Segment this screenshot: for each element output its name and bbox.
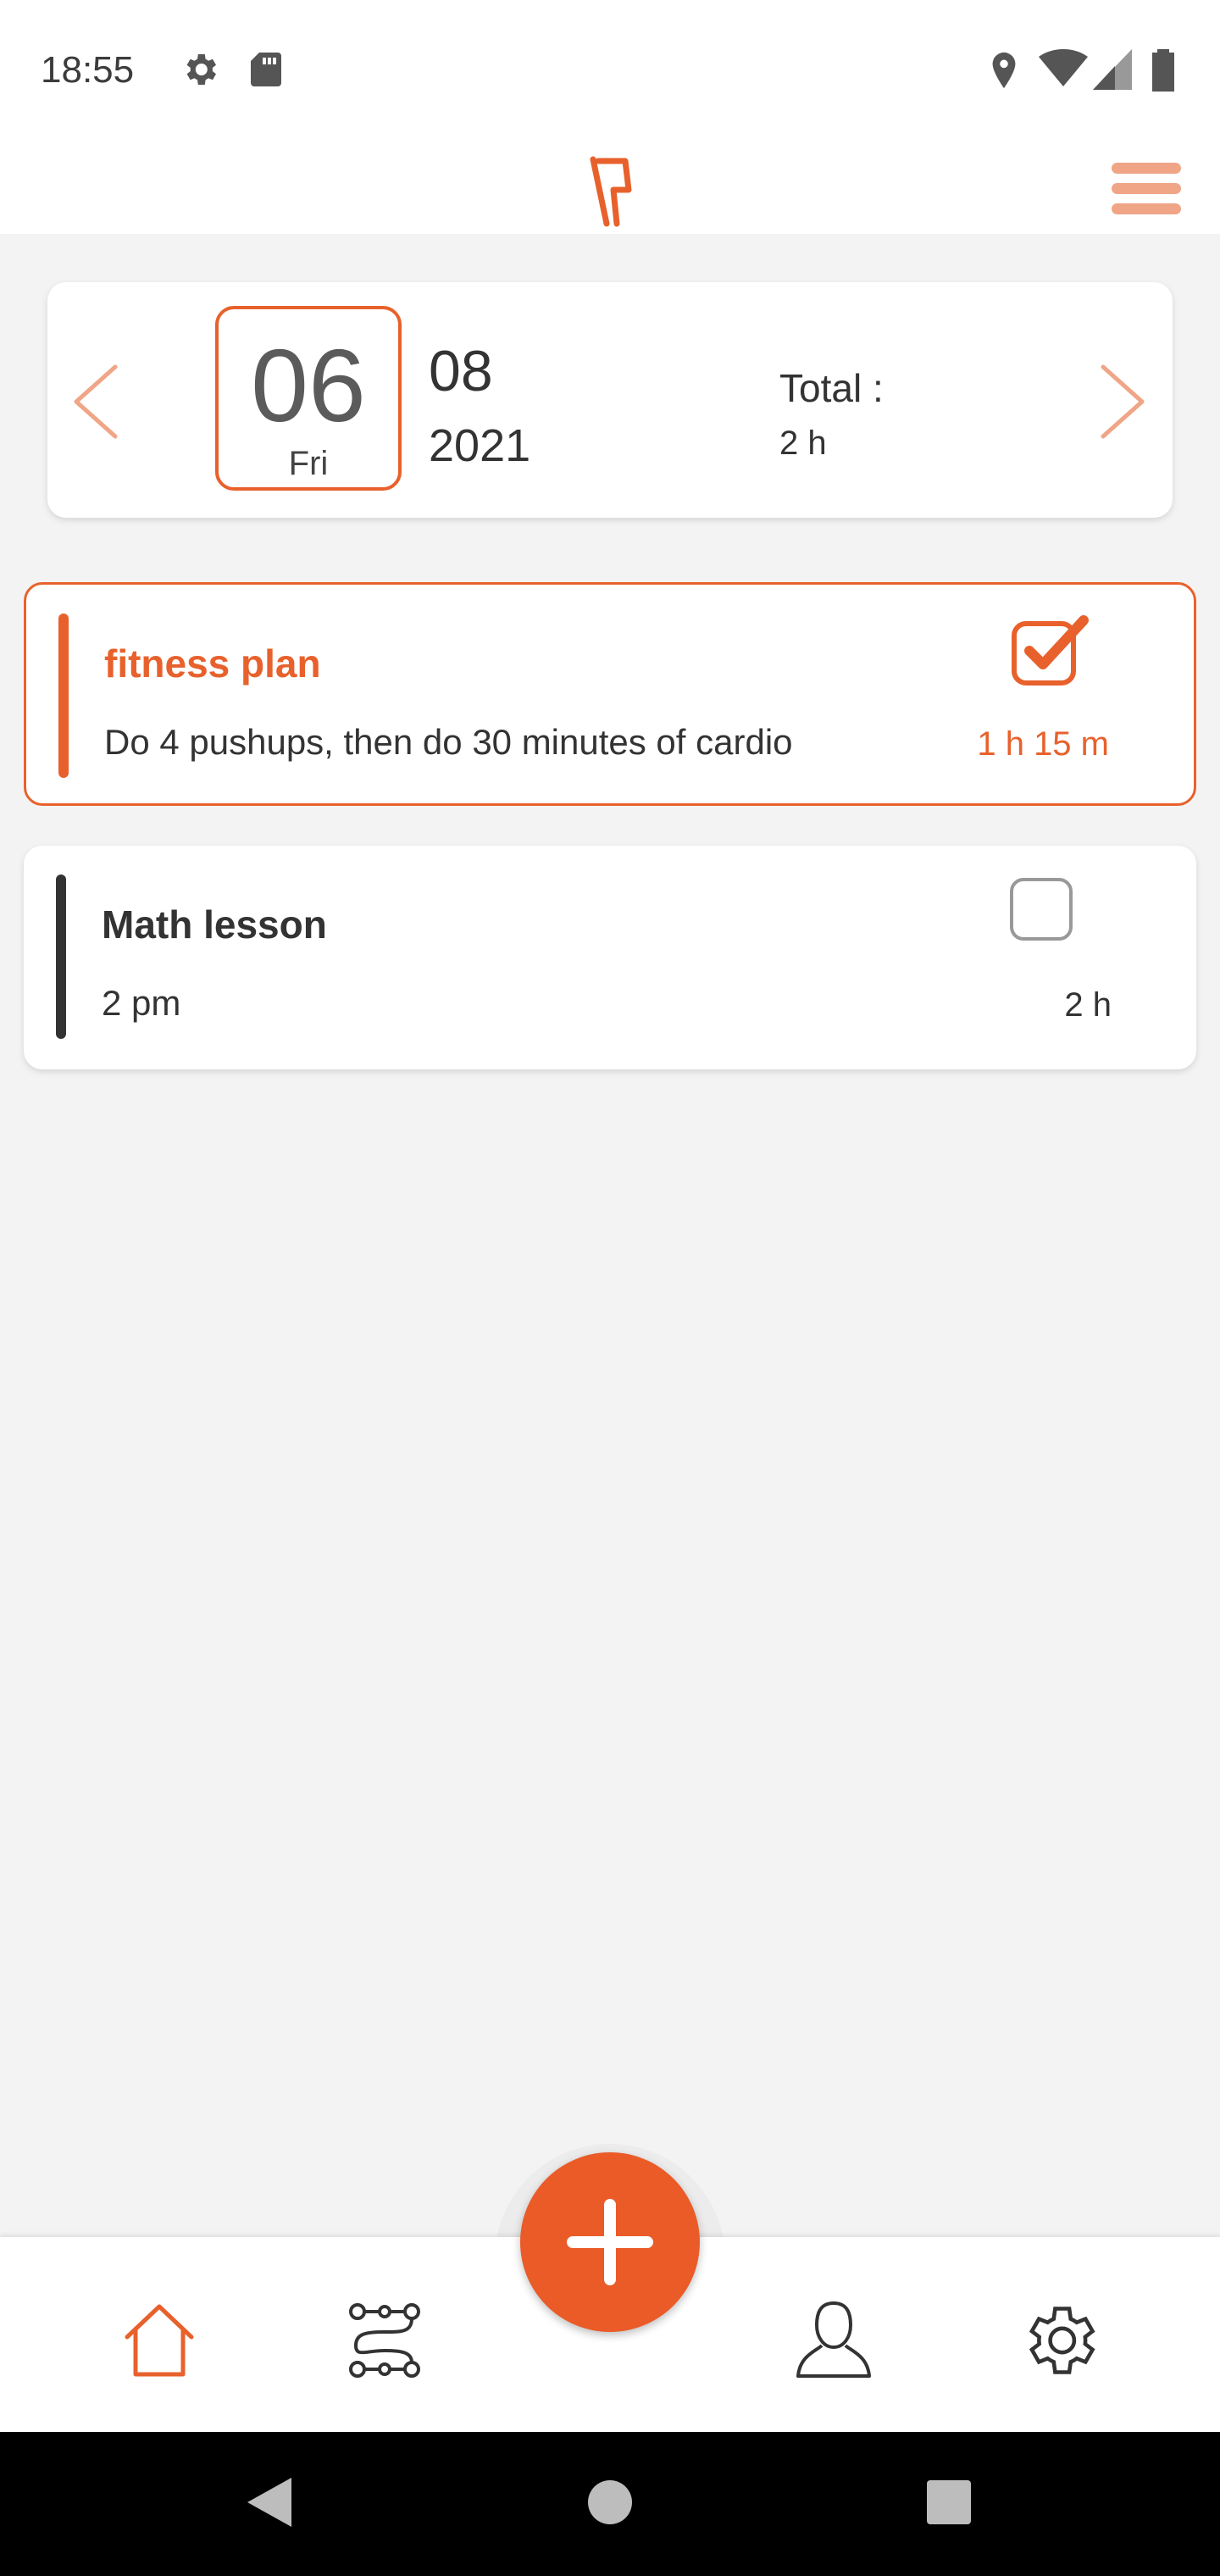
task-accent-bar	[56, 874, 66, 1039]
total-label: Total :	[779, 366, 884, 410]
task-card[interactable]: Math lesson 2 pm 2 h	[24, 846, 1196, 1069]
app-logo	[588, 153, 637, 233]
settings-icon[interactable]	[1017, 2298, 1101, 2383]
battery-icon	[1151, 49, 1176, 96]
year-label: 2021	[429, 420, 531, 471]
day-number: 06	[251, 328, 366, 443]
task-duration: 1 h 15 m	[977, 725, 1109, 763]
task-description: Do 4 pushups, then do 30 minutes of card…	[104, 722, 793, 762]
task-description: 2 pm	[102, 983, 181, 1023]
hamburger-menu-icon[interactable]	[1108, 156, 1183, 220]
routes-icon[interactable]	[342, 2298, 427, 2383]
checkbox-checked-icon[interactable]	[1011, 615, 1089, 686]
status-time: 18:55	[41, 49, 135, 91]
signal-icon	[1093, 49, 1132, 94]
back-icon[interactable]	[244, 2474, 295, 2534]
status-bar: 18:55	[0, 0, 1220, 144]
chevron-right-icon[interactable]	[1098, 364, 1149, 440]
date-selector: 06 Fri 08 2021 Total : 2 h	[47, 282, 1173, 518]
profile-icon[interactable]	[791, 2298, 876, 2383]
chevron-left-icon[interactable]	[69, 364, 120, 440]
home-circle-icon[interactable]	[586, 2474, 634, 2534]
home-icon[interactable]	[117, 2298, 202, 2383]
task-card[interactable]: fitness plan Do 4 pushups, then do 30 mi…	[24, 582, 1196, 806]
task-title: fitness plan	[104, 641, 321, 686]
system-nav-bar	[0, 2432, 1220, 2576]
recents-icon[interactable]	[925, 2474, 973, 2534]
checkbox-icon[interactable]	[1008, 876, 1074, 942]
add-button[interactable]	[520, 2152, 700, 2332]
task-title: Math lesson	[102, 902, 327, 947]
task-accent-bar	[58, 613, 69, 778]
day-name: Fri	[288, 445, 329, 482]
sd-card-icon	[247, 49, 285, 94]
task-duration: 2 h	[1064, 986, 1112, 1024]
add-icon	[567, 2199, 653, 2285]
day-box[interactable]: 06 Fri	[215, 306, 402, 491]
app-header	[0, 144, 1220, 234]
wifi-icon	[1039, 49, 1088, 94]
location-icon	[984, 49, 1023, 96]
gear-icon	[180, 49, 220, 94]
month-label: 08	[429, 339, 493, 403]
total-value: 2 h	[779, 425, 827, 462]
